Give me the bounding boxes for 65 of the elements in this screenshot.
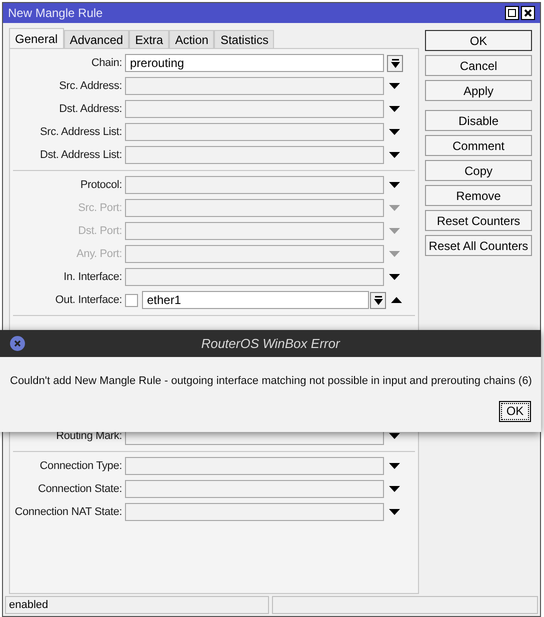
down-arrow-icon[interactable] (389, 182, 400, 188)
dialog-button[interactable]: Disable (425, 110, 532, 131)
input-field[interactable] (125, 123, 384, 141)
close-icon[interactable] (10, 336, 25, 351)
down-arrow-icon (390, 58, 400, 68)
dialog-button[interactable]: Comment (425, 135, 532, 156)
field-label: Out. Interface: (54, 292, 123, 308)
input-field[interactable] (125, 77, 384, 95)
dialog-button[interactable]: Copy (425, 160, 532, 181)
input-field[interactable] (125, 176, 384, 194)
window-title: New Mangle Rule (8, 5, 104, 22)
dialog-button[interactable]: Apply (425, 80, 532, 101)
dialog-button[interactable]: OK (425, 30, 532, 51)
dialog-button[interactable]: Remove (425, 185, 532, 206)
field-label: Dst. Address: (58, 102, 123, 117)
down-arrow-icon[interactable] (389, 106, 400, 112)
down-arrow-icon (374, 296, 382, 304)
input-field[interactable] (125, 100, 384, 118)
down-arrow-icon[interactable] (389, 274, 400, 280)
input-field[interactable] (125, 268, 384, 286)
field-label: Dst. Port: (77, 224, 123, 239)
close-icon (524, 9, 532, 17)
down-arrow-icon[interactable] (389, 152, 400, 158)
field-label: Dst. Address List: (39, 148, 123, 163)
tab[interactable]: Advanced (64, 30, 130, 48)
down-arrow-icon[interactable] (389, 433, 400, 439)
maximize-button[interactable] (505, 6, 519, 20)
checkbox[interactable] (125, 294, 138, 306)
tab[interactable]: Statistics (214, 30, 274, 48)
field-label: Src. Port: (77, 200, 123, 216)
dialog-button[interactable]: Reset Counters (425, 210, 532, 231)
ok-button[interactable]: OK (499, 400, 531, 422)
field-label: Routing Mark: (55, 428, 123, 444)
field-label: Src. Address List: (39, 124, 123, 140)
input-field[interactable] (125, 480, 384, 498)
input-field[interactable] (125, 146, 384, 164)
field-label: Any. Port: (76, 246, 123, 262)
down-arrow-icon[interactable] (389, 129, 400, 135)
status-text: enabled (5, 596, 269, 614)
input-field[interactable] (125, 457, 384, 475)
down-arrow-icon[interactable] (389, 486, 400, 492)
dropdown-button[interactable] (387, 54, 403, 72)
dropdown-button[interactable] (370, 292, 386, 308)
down-arrow-icon[interactable] (389, 83, 400, 89)
field-label: Src. Address: (58, 78, 123, 94)
tab[interactable]: Extra (129, 30, 170, 48)
up-arrow-icon[interactable] (391, 297, 402, 303)
close-button[interactable] (521, 6, 535, 20)
field-label: In. Interface: (62, 270, 123, 285)
down-arrow-icon[interactable] (389, 509, 400, 515)
down-arrow-icon[interactable] (389, 463, 400, 469)
input-field[interactable]: ether1 (142, 291, 369, 309)
dialog-button[interactable]: Reset All Counters (425, 235, 532, 256)
dialog-button[interactable]: Cancel (425, 55, 532, 76)
dialog-title: RouterOS WinBox Error (201, 334, 340, 353)
field-label: Chain: (90, 56, 123, 71)
field-label: Connection NAT State: (14, 504, 123, 520)
input-field[interactable]: prerouting (125, 54, 384, 72)
field-label: Protocol: (79, 178, 123, 193)
input-field[interactable] (125, 503, 384, 521)
error-message: Couldn't add New Mangle Rule - outgoing interface matching not possible in input and prerouting chains (6) (9, 374, 533, 389)
field-label: Connection State: (36, 482, 123, 497)
field-label: Connection Type: (38, 458, 123, 474)
tab[interactable]: Action (169, 30, 214, 48)
tab[interactable]: General (9, 28, 64, 48)
